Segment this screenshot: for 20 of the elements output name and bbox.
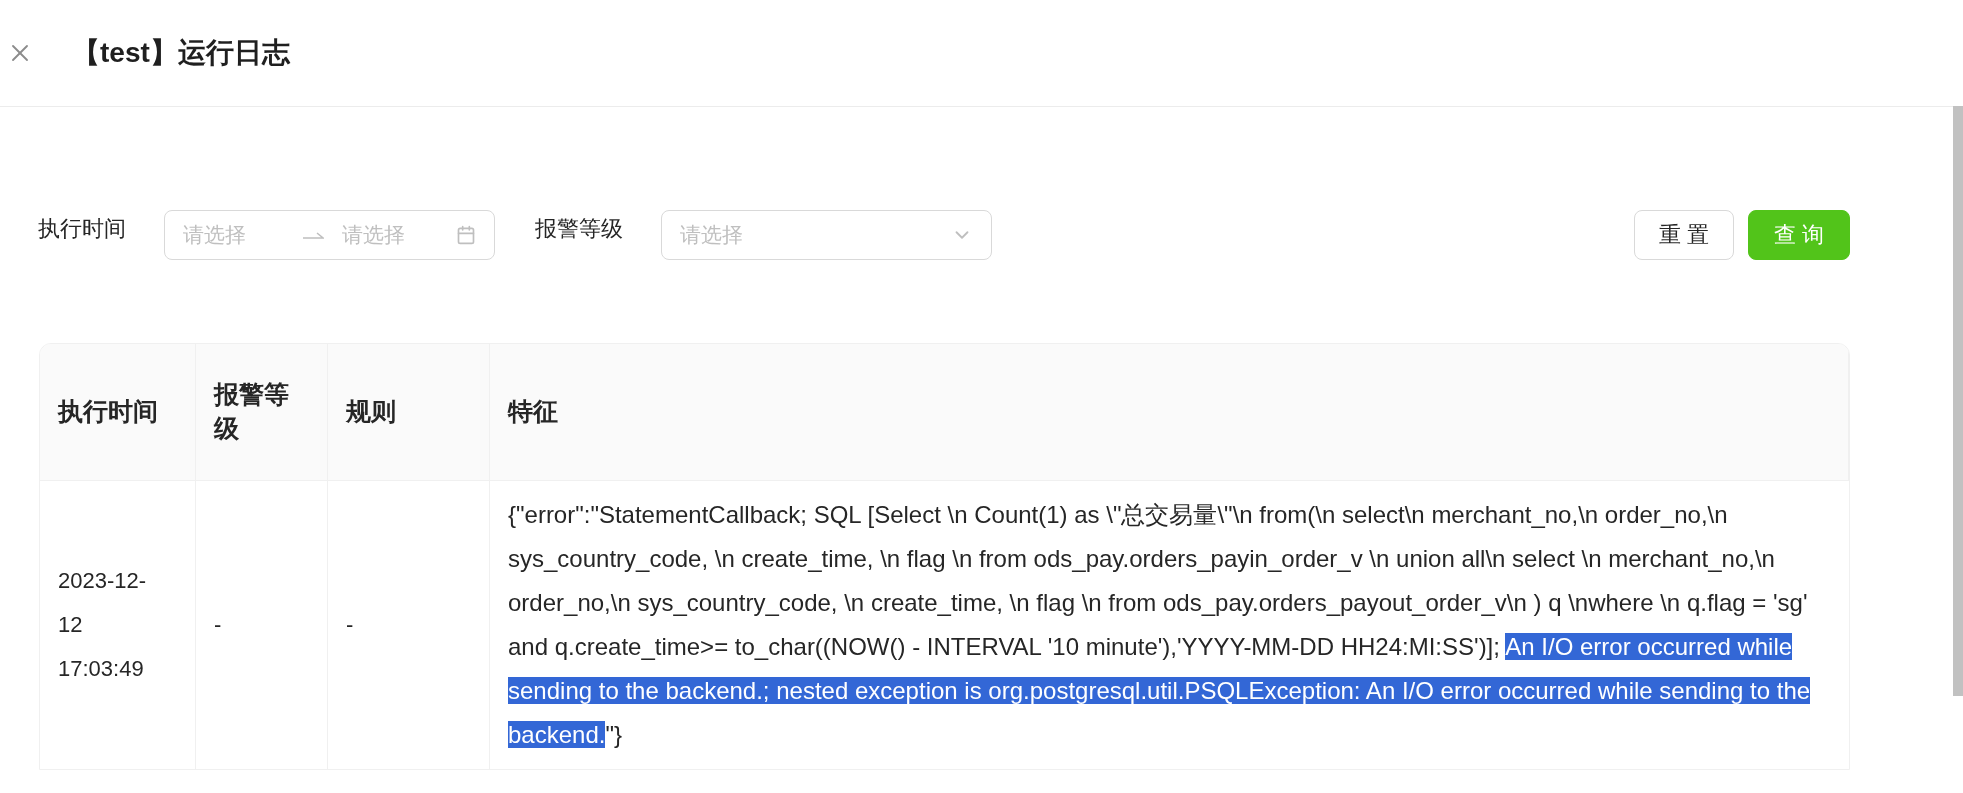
- filter-label: 执行时间: [38, 215, 126, 243]
- query-button[interactable]: 查询: [1748, 210, 1850, 260]
- select-placeholder: 请选择: [680, 222, 743, 248]
- reset-button[interactable]: 重置: [1634, 210, 1734, 260]
- window-title: 【test】运行日志: [72, 36, 290, 70]
- filter-label: 报警等级: [535, 215, 623, 243]
- select-field[interactable]: 请选择: [661, 210, 992, 260]
- column-header: 执行时间: [40, 344, 196, 481]
- table-cell-text: {"error":"StatementCallback; SQL [Select \n Count(1) as \"总交易量\"\n from(\n select\n merchant_no,\n order_no,\n sys_country_code, \n create_time, \n flag \n from ods_pay.orders_payin_order_v \n union all\n select \n merchant_no,\n order_no,\n sys_country_code, \n create_time, \n flag \n from ods_pay.orders_payout_order_v\n ) q \nwhere \n q.flag = 'sg' and q.create_time>= to_char((NOW() - INTERVAL '10 minute'),'YYYY-MM-DD HH24:MI:SS')]; An I/O error occurred while sending to the backend.; nested exception is org.postgresql.util.PSQLException: An I/O error occurred while sending to the backend."}: [507, 500, 1812, 750]
- end-date-placeholder: 请选择: [342, 222, 405, 248]
- scrollbar-thumb[interactable]: [1953, 106, 1963, 696]
- start-date-placeholder: 请选择: [183, 222, 246, 248]
- table-cell: -: [196, 481, 328, 769]
- date-range-field[interactable]: 请选择 请选择: [164, 210, 495, 260]
- column-header: 报警等级: [196, 344, 328, 481]
- table-cell: -: [328, 481, 490, 769]
- column-header: 规则: [328, 344, 490, 481]
- calendar-icon: [456, 225, 476, 245]
- table-cell: 2023-12-12 17:03:49: [40, 481, 196, 769]
- column-header: 特征: [490, 344, 1849, 481]
